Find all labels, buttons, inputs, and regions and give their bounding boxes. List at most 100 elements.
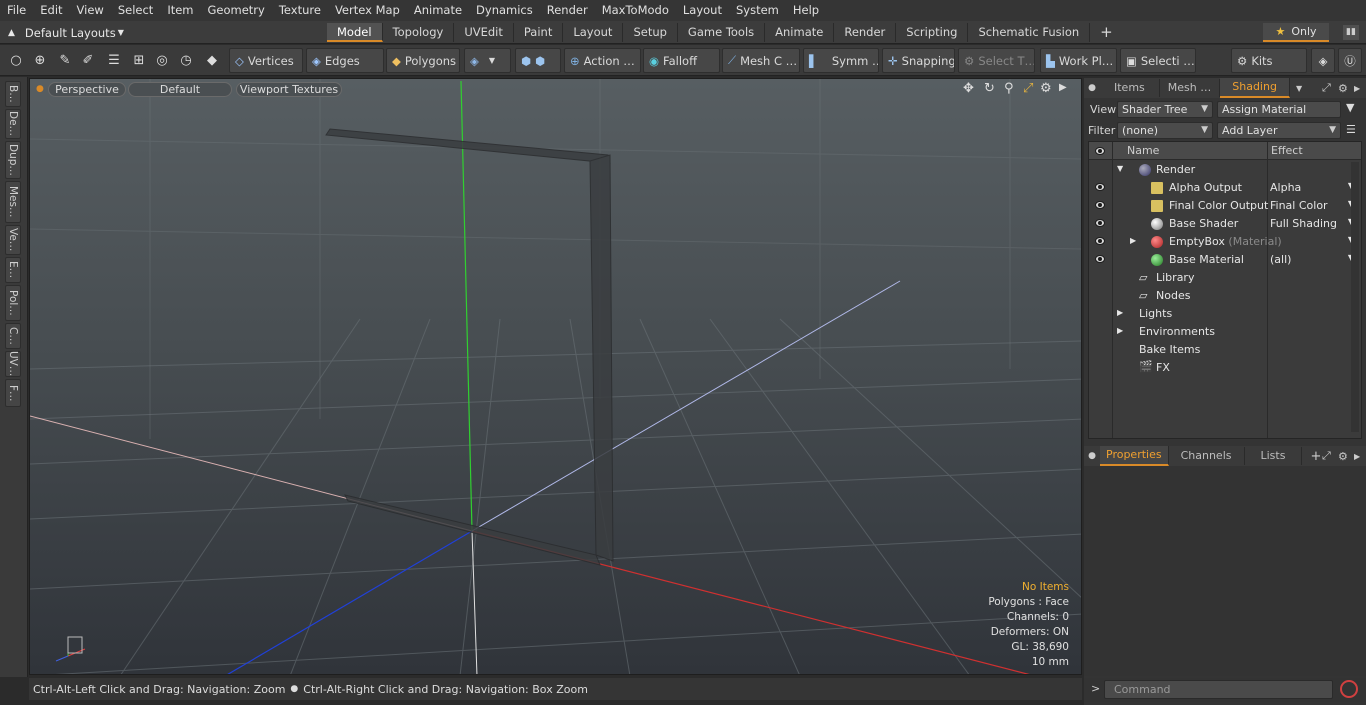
- panel-settings-icon[interactable]: ⚙: [1338, 82, 1348, 95]
- unity-button[interactable]: ◈: [1311, 48, 1335, 73]
- viewport-settings-icon[interactable]: ⚙: [1040, 81, 1052, 96]
- assign-material-button[interactable]: Assign Material: [1217, 100, 1341, 118]
- command-input[interactable]: Command: [1104, 680, 1333, 699]
- menu-dynamics[interactable]: Dynamics: [469, 0, 540, 21]
- edges-button[interactable]: ◈ Edges: [306, 48, 384, 73]
- unreal-button[interactable]: Ⓤ: [1338, 48, 1362, 73]
- perspective-button[interactable]: Perspective: [48, 82, 126, 97]
- polygons-button[interactable]: ◆ Polygons: [386, 48, 460, 73]
- 3d-viewport[interactable]: ● Perspective Default Viewport Textures …: [29, 78, 1082, 675]
- menu-animate[interactable]: Animate: [407, 0, 469, 21]
- tab-mesh[interactable]: Mesh …: [1160, 79, 1221, 97]
- left-tab-edge[interactable]: E…: [5, 257, 21, 283]
- action-center-button[interactable]: ⊕ Action …: [564, 48, 641, 73]
- tab-items[interactable]: Items: [1100, 79, 1160, 97]
- panel-settings-icon[interactable]: ⚙: [1338, 450, 1348, 463]
- tab-scripting[interactable]: Scripting: [896, 23, 969, 42]
- clock-icon[interactable]: ◷: [177, 51, 195, 69]
- viewport-menu-dot-icon[interactable]: ●: [36, 84, 44, 94]
- menu-file[interactable]: File: [0, 0, 33, 21]
- tab-uvedit[interactable]: UVEdit: [454, 23, 514, 42]
- tree-row-alpha-output[interactable]: Alpha Output Alpha▼: [1089, 179, 1361, 197]
- eye-icon[interactable]: [1095, 219, 1105, 227]
- tab-setup[interactable]: Setup: [623, 23, 678, 42]
- tab-render[interactable]: Render: [834, 23, 897, 42]
- effect-dropdown[interactable]: (all)▼: [1270, 253, 1360, 266]
- mesh-constraint-button[interactable]: ⟋ Mesh C …: [722, 48, 800, 73]
- menu-edit[interactable]: Edit: [33, 0, 69, 21]
- tree-row-library[interactable]: ▱ Library: [1089, 269, 1361, 287]
- layout-up-icon[interactable]: ▲: [8, 28, 15, 38]
- expand-icon[interactable]: ▶: [1117, 326, 1123, 335]
- menu-maxtomodo[interactable]: MaxToModo: [595, 0, 676, 21]
- brush-icon[interactable]: ✐: [79, 51, 97, 69]
- only-button[interactable]: ★ Only: [1263, 23, 1329, 42]
- left-tab-curve[interactable]: C…: [5, 323, 21, 349]
- properties-menu-dot-icon[interactable]: ●: [1084, 451, 1100, 461]
- column-name-header[interactable]: Name: [1127, 144, 1159, 157]
- left-tab-vertex[interactable]: Ve…: [5, 225, 21, 255]
- menu-item[interactable]: Item: [160, 0, 200, 21]
- eye-icon[interactable]: [1095, 255, 1105, 263]
- tab-shading[interactable]: Shading: [1220, 78, 1290, 98]
- falloff-button[interactable]: ◉ Falloff: [643, 48, 720, 73]
- expand-icon[interactable]: ▶: [1117, 308, 1123, 317]
- view-dropdown[interactable]: Shader Tree ▼: [1117, 100, 1213, 118]
- eye-icon[interactable]: [1095, 183, 1105, 191]
- tree-row-final-color-output[interactable]: Final Color Output Final Color▼: [1089, 197, 1361, 215]
- chevron-down-icon[interactable]: ▼: [1296, 84, 1302, 93]
- menu-system[interactable]: System: [729, 0, 786, 21]
- tree-row-fx[interactable]: 🎬 FX: [1089, 359, 1361, 377]
- menu-texture[interactable]: Texture: [272, 0, 328, 21]
- column-effect-header[interactable]: Effect: [1271, 144, 1303, 157]
- left-tab-mesh-edit[interactable]: Mes…: [5, 181, 21, 223]
- left-tab-deform[interactable]: De…: [5, 109, 21, 139]
- left-tab-duplicate[interactable]: Dup…: [5, 141, 21, 179]
- selection-sets-button[interactable]: ▣ Selecti …: [1120, 48, 1196, 73]
- target-icon[interactable]: ◎: [153, 51, 171, 69]
- center-icon[interactable]: ⊞: [130, 51, 148, 69]
- add-tab-icon[interactable]: +: [1310, 449, 1321, 464]
- menu-geometry[interactable]: Geometry: [201, 0, 272, 21]
- tab-paint[interactable]: Paint: [514, 23, 564, 42]
- tree-scrollbar[interactable]: [1351, 162, 1359, 432]
- globe-icon[interactable]: ⊕: [31, 51, 49, 69]
- tree-row-base-material[interactable]: Base Material (all)▼: [1089, 251, 1361, 269]
- tab-model[interactable]: Model: [327, 23, 383, 42]
- symmetry-toggle[interactable]: ⬢ ⬢: [515, 48, 561, 73]
- tab-properties[interactable]: Properties: [1100, 446, 1169, 466]
- shading-default-button[interactable]: Default: [128, 82, 232, 97]
- layout-selector[interactable]: ▲ Default Layouts ▼: [8, 24, 124, 41]
- expand-icon[interactable]: ▮▮: [1343, 25, 1359, 40]
- menu-layout[interactable]: Layout: [676, 0, 729, 21]
- menu-render[interactable]: Render: [540, 0, 595, 21]
- add-layer-dropdown[interactable]: Add Layer ▼: [1217, 121, 1341, 139]
- filter-dropdown[interactable]: (none) ▼: [1117, 121, 1213, 139]
- tree-row-bake-items[interactable]: Bake Items: [1089, 341, 1361, 359]
- panel-more-icon[interactable]: ▶: [1354, 452, 1360, 461]
- filter-icon[interactable]: ▼: [1346, 101, 1354, 114]
- tab-game-tools[interactable]: Game Tools: [678, 23, 766, 42]
- tab-animate[interactable]: Animate: [765, 23, 835, 42]
- tree-row-render[interactable]: ▼ Render: [1089, 161, 1361, 179]
- kits-button[interactable]: ⚙ Kits: [1231, 48, 1307, 73]
- tab-layout[interactable]: Layout: [563, 23, 624, 42]
- menu-help[interactable]: Help: [786, 0, 826, 21]
- tree-row-base-shader[interactable]: Base Shader Full Shading▼: [1089, 215, 1361, 233]
- list-options-icon[interactable]: ☰: [1346, 123, 1356, 136]
- material-mode-button[interactable]: ◈ ▼: [464, 48, 511, 73]
- circle-select-icon[interactable]: ○: [7, 51, 25, 69]
- work-plane-button[interactable]: ▙ Work Pl…: [1040, 48, 1117, 73]
- eye-icon[interactable]: [1095, 237, 1105, 245]
- tree-row-emptybox[interactable]: ▶ EmptyBox (Material) ▼: [1089, 233, 1361, 251]
- tab-topology[interactable]: Topology: [383, 23, 455, 42]
- add-tab-icon[interactable]: +: [1090, 23, 1123, 42]
- panel-expand-icon[interactable]: ⤢: [1322, 449, 1331, 463]
- effect-dropdown[interactable]: Alpha▼: [1270, 181, 1360, 194]
- vertices-button[interactable]: ◇ Vertices: [229, 48, 303, 73]
- tree-row-environments[interactable]: ▶ Environments: [1089, 323, 1361, 341]
- eye-icon[interactable]: [1095, 201, 1105, 209]
- left-tab-fusion[interactable]: F…: [5, 379, 21, 407]
- panel-more-icon[interactable]: ▶: [1354, 84, 1360, 93]
- maximize-view-icon[interactable]: ⤢: [1023, 81, 1033, 96]
